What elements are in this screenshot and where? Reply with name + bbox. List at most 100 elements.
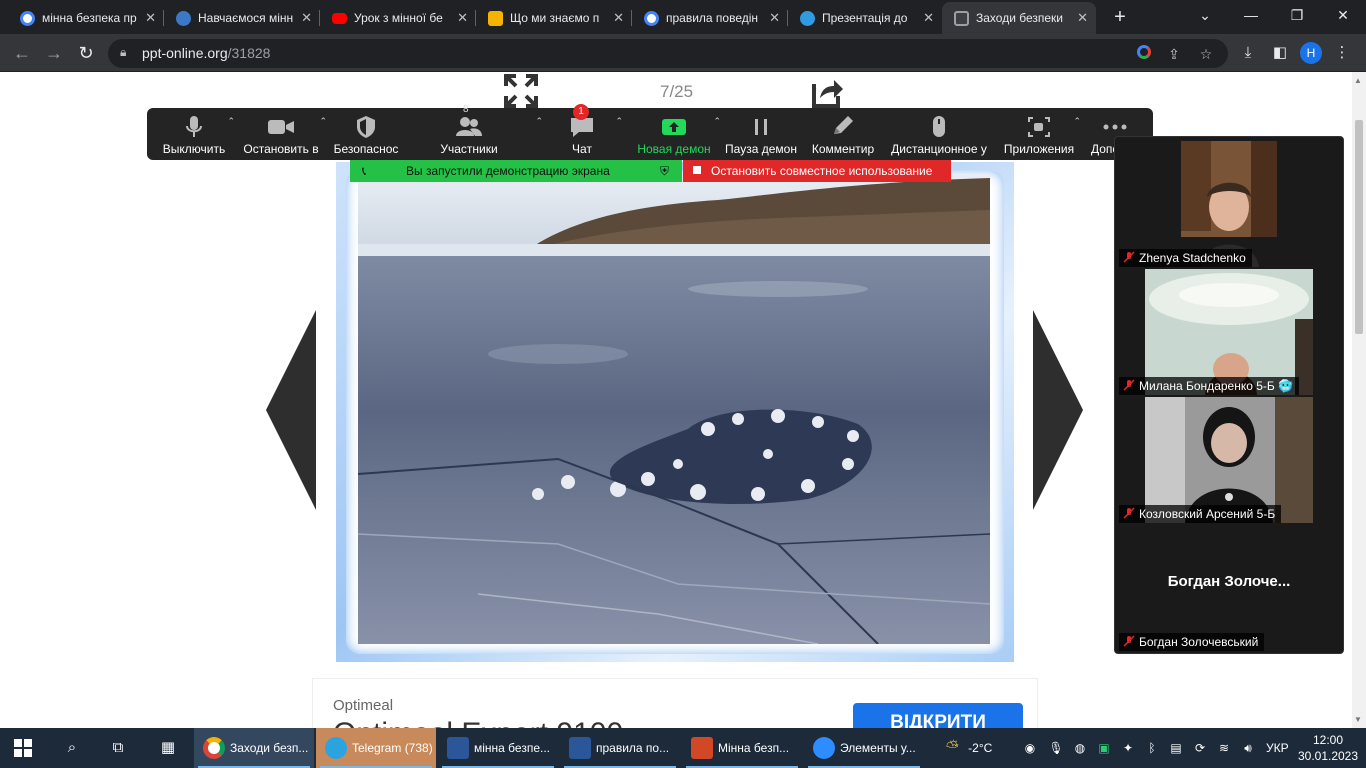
muted-mic-icon — [1123, 251, 1135, 263]
calculator-icon[interactable]: ▦ — [158, 738, 178, 758]
taskbar-app-word-1[interactable]: мінна безпе... — [438, 728, 558, 768]
advertisement-banner[interactable]: Optimeal Optimeal Expert 9100 ВІДКРИТИ — [312, 678, 1038, 728]
address-bar[interactable]: 🔒︎ ppt-online.org/31828 ⇪ ☆ — [108, 39, 1228, 68]
cloudy-weather-icon: ⛅︎ — [946, 739, 959, 756]
tab-3[interactable]: Урок з мінної бе ✕ — [320, 2, 476, 34]
download-icon[interactable]: ⤓ — [1238, 43, 1258, 63]
participant-tile[interactable]: Zhenya Stadchenko — [1115, 139, 1343, 267]
search-icon[interactable]: ⌕ — [62, 738, 82, 758]
scrollbar-thumb[interactable] — [1355, 120, 1363, 334]
close-icon[interactable]: ✕ — [457, 2, 468, 34]
lock-icon[interactable]: 🔒︎ — [120, 45, 126, 60]
weather-widget[interactable]: ⛅︎ -2°C — [946, 728, 992, 768]
youtube-icon — [332, 13, 347, 24]
tab-2[interactable]: Навчаємося мінн ✕ — [164, 2, 320, 34]
next-slide-button[interactable] — [1033, 310, 1083, 510]
page-scrollbar[interactable]: ▲ ▼ — [1352, 72, 1366, 728]
security-tray-icon[interactable]: ✦ — [1118, 738, 1138, 758]
taskbar-app-word-2[interactable]: правила по... — [560, 728, 680, 768]
tab-5[interactable]: правила поведін ✕ — [632, 2, 788, 34]
tab-1[interactable]: мінна безпека пр ✕ — [8, 2, 164, 34]
new-share-button[interactable]: ⌃ Новая демон — [635, 108, 721, 160]
security-button[interactable]: Безопаснос — [331, 108, 401, 160]
ad-open-button[interactable]: ВІДКРИТИ — [853, 703, 1023, 728]
word-icon — [569, 737, 591, 759]
url-domain: ppt-online.org — [142, 45, 228, 61]
muted-mic-icon — [1123, 507, 1135, 519]
app-tray-icon[interactable]: ▣ — [1094, 738, 1114, 758]
scroll-down-icon[interactable]: ▼ — [1354, 715, 1362, 724]
close-icon[interactable]: ✕ — [613, 2, 624, 34]
participants-button[interactable]: 8 ⌃ Участники — [437, 104, 543, 160]
wifi-icon[interactable]: ≋ — [1214, 738, 1234, 758]
chat-button[interactable]: 1 ⌃ Чат — [561, 104, 623, 160]
word-icon — [447, 737, 469, 759]
annotate-button[interactable]: Комментир — [809, 108, 877, 160]
sharing-status-bar: 📞︎ Вы запустили демонстрацию экрана ⛨ — [350, 160, 682, 182]
participant-name: Богдан Золочевський — [1119, 633, 1265, 651]
close-window-button[interactable]: ✕ — [1320, 0, 1366, 34]
phone-icon: 📞︎ — [362, 164, 367, 178]
chrome-icon — [203, 737, 225, 759]
chevron-up-icon[interactable]: ⌃ — [227, 116, 235, 127]
close-icon[interactable]: ✕ — [769, 2, 780, 34]
back-icon[interactable]: ← — [10, 41, 34, 65]
new-tab-button[interactable]: + — [1108, 0, 1132, 34]
tab-4[interactable]: Що ми знаємо п ✕ — [476, 2, 632, 34]
side-panel-icon[interactable]: ◧ — [1270, 43, 1290, 63]
close-icon[interactable]: ✕ — [145, 2, 156, 34]
recording-icon[interactable]: ◉ — [1020, 738, 1040, 758]
pause-share-button[interactable]: Пауза демон — [723, 108, 799, 160]
fullscreen-icon[interactable] — [504, 74, 538, 108]
stop-sharing-button[interactable]: Остановить совместное использование — [683, 160, 951, 182]
network-drive-icon[interactable]: ▤ — [1166, 738, 1186, 758]
close-icon[interactable]: ✕ — [301, 2, 312, 34]
forward-icon[interactable]: → — [42, 41, 66, 65]
restore-button[interactable]: ❐ — [1274, 0, 1320, 34]
tab-6[interactable]: Презентація до ✕ — [788, 2, 942, 34]
google-lens-icon[interactable] — [1134, 44, 1154, 64]
bookmark-star-icon[interactable]: ☆ — [1196, 44, 1216, 64]
taskbar-app-chrome[interactable]: Заходи безп... — [194, 728, 314, 768]
mute-button[interactable]: ⌃ Выключить — [159, 108, 235, 160]
zoom-tray-icon[interactable]: ◍ — [1070, 738, 1090, 758]
close-icon[interactable]: ✕ — [1077, 2, 1088, 34]
taskbar-app-powerpoint[interactable]: Мінна безп... — [682, 728, 802, 768]
share-page-icon[interactable]: ⇪ — [1164, 44, 1184, 64]
previous-slide-button[interactable] — [266, 310, 316, 510]
reload-icon[interactable]: ↻ — [74, 41, 98, 65]
taskbar-app-telegram[interactable]: Telegram (738) — [316, 728, 436, 768]
participant-tile[interactable]: Богдан Золоче... Богдан Золочевський — [1115, 523, 1343, 651]
participant-tile[interactable]: Милана Бондаренко 5-Б 🥶 — [1115, 267, 1343, 395]
taskbar-app-zoom[interactable]: Элементы у... — [804, 728, 924, 768]
system-clock[interactable]: 12:00 30.01.2023 — [1296, 732, 1360, 764]
participant-name: Zhenya Stadchenko — [1119, 249, 1252, 267]
tab-7-active[interactable]: Заходи безпеки ✕ — [942, 2, 1096, 34]
microphone-tray-icon[interactable]: 🎙︎ — [1046, 738, 1066, 758]
close-icon[interactable]: ✕ — [923, 2, 934, 34]
bluetooth-icon[interactable]: ᛒ — [1142, 738, 1162, 758]
minimize-button[interactable]: — — [1228, 0, 1274, 34]
participant-name: Милана Бондаренко 5-Б 🥶 — [1119, 377, 1300, 395]
stop-video-button[interactable]: ⌃ Остановить в — [241, 108, 327, 160]
chevron-up-icon[interactable]: ⌃ — [615, 116, 623, 127]
sync-icon[interactable]: ⟳ — [1190, 738, 1210, 758]
chevron-up-icon[interactable]: ⌃ — [713, 116, 721, 127]
menu-icon[interactable]: ⋮ — [1332, 43, 1352, 63]
apps-button[interactable]: ⌃ Приложения — [1001, 108, 1081, 160]
language-indicator[interactable]: УКР — [1266, 728, 1289, 768]
participant-tile[interactable]: Козловский Арсений 5-Б — [1115, 395, 1343, 523]
participant-display-name: Богдан Золоче... — [1167, 573, 1291, 590]
remote-control-button[interactable]: Дистанционное у — [889, 108, 989, 160]
profile-avatar[interactable]: H — [1300, 42, 1322, 64]
scroll-up-icon[interactable]: ▲ — [1354, 76, 1362, 85]
participant-gallery[interactable]: Zhenya Stadchenko Милана Бондаренко 5-Б … — [1114, 136, 1344, 654]
volume-icon[interactable]: 🔊︎ — [1238, 738, 1258, 758]
chevron-up-icon[interactable]: ⌃ — [535, 116, 543, 127]
task-view-icon[interactable]: ⧉ — [108, 738, 128, 758]
share-icon[interactable] — [810, 76, 844, 108]
windows-start-icon[interactable] — [14, 739, 32, 757]
chevron-up-icon[interactable]: ⌃ — [319, 116, 327, 127]
tab-search-icon[interactable]: ⌄ — [1182, 0, 1228, 34]
chevron-up-icon[interactable]: ⌃ — [1073, 116, 1081, 127]
